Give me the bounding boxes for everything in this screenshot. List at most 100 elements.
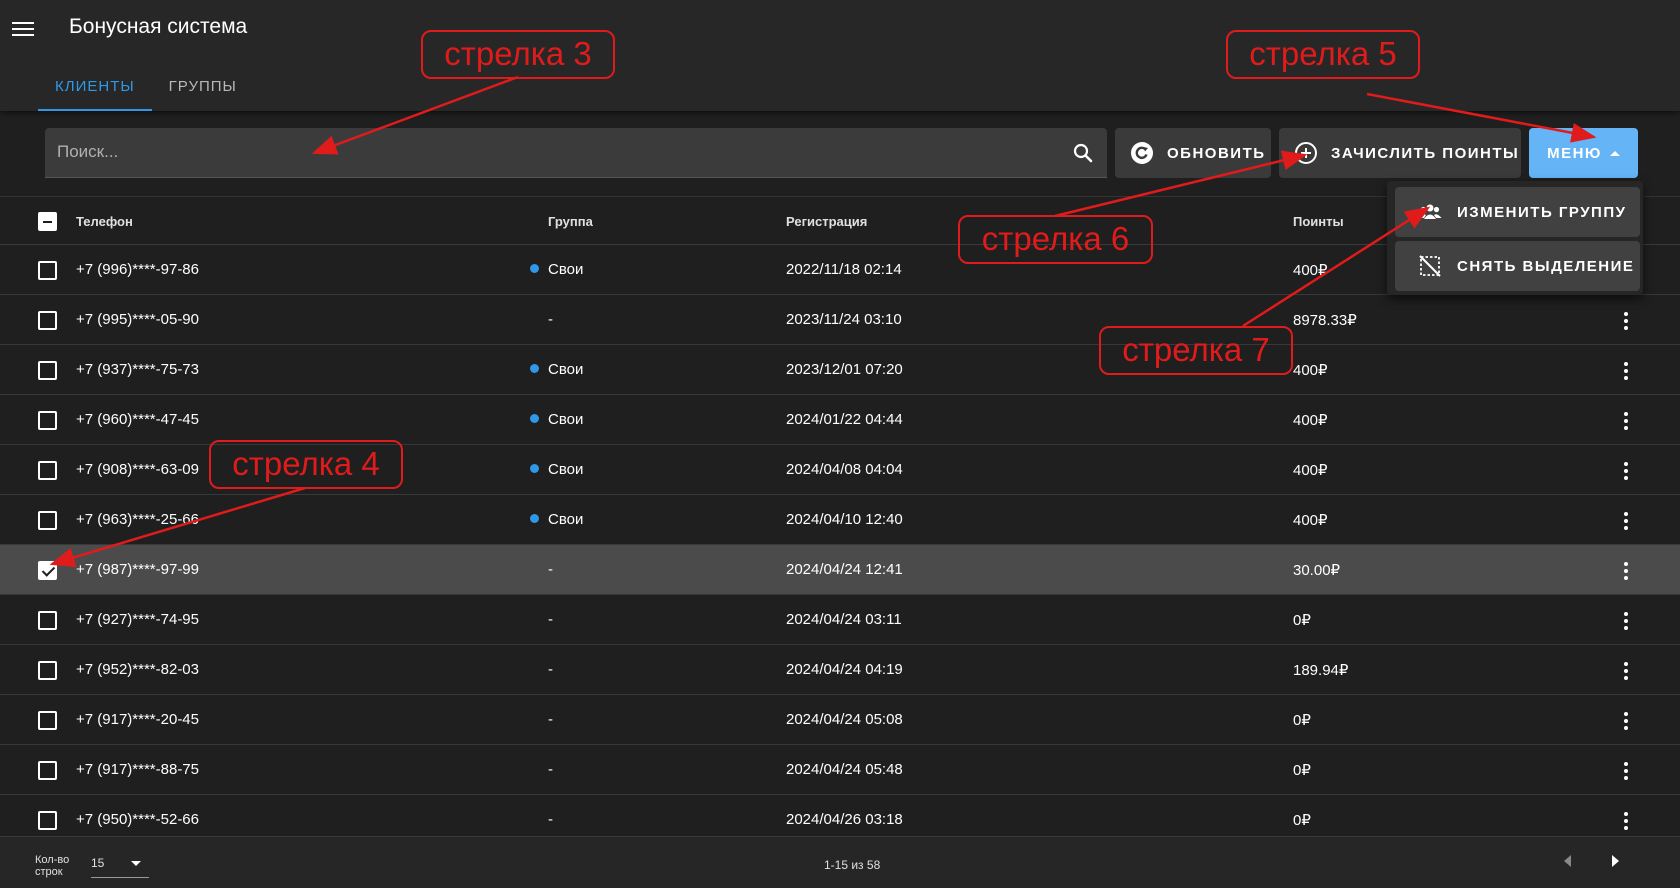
phone-cell: +7 (952)****-82-03 — [76, 661, 199, 678]
points-cell: 400₽ — [1293, 362, 1328, 379]
row-checkbox[interactable] — [38, 511, 57, 530]
points-cell: 8978.33₽ — [1293, 312, 1357, 329]
select-all-checkbox[interactable] — [38, 212, 57, 231]
hamburger-menu-icon[interactable] — [12, 18, 36, 38]
group-cell: - — [548, 611, 553, 628]
table-row[interactable]: +7 (960)****-47-45 Свои 2024/01/22 04:44 40… — [0, 395, 1680, 445]
tab-groups[interactable]: ГРУППЫ — [152, 70, 254, 111]
annotation-label-3: стрелка 3 — [421, 30, 615, 79]
more-vert-icon[interactable] — [1623, 460, 1629, 480]
deselect-icon — [1419, 255, 1441, 277]
group-label: - — [548, 761, 553, 778]
registration-cell: 2024/04/24 05:48 — [786, 761, 903, 778]
more-vert-icon[interactable] — [1623, 810, 1629, 830]
row-checkbox[interactable] — [38, 461, 57, 480]
rows-per-page-label: Кол-во строк — [35, 854, 70, 878]
group-color-dot — [530, 414, 539, 423]
row-checkbox[interactable] — [38, 311, 57, 330]
previous-page-icon[interactable] — [1564, 855, 1571, 867]
column-header-group[interactable]: Группа — [548, 214, 593, 229]
rows-per-page-select[interactable]: 15 — [91, 850, 149, 878]
points-cell: 0₽ — [1293, 812, 1311, 829]
phone-cell: +7 (917)****-88-75 — [76, 761, 199, 778]
group-cell: Свои — [530, 511, 583, 528]
search-input[interactable] — [45, 128, 1045, 176]
registration-cell: 2024/04/24 05:08 — [786, 711, 903, 728]
search-field — [45, 128, 1107, 178]
more-vert-icon[interactable] — [1623, 610, 1629, 630]
group-label: Свои — [548, 461, 584, 478]
column-header-points[interactable]: Поинты — [1293, 214, 1344, 229]
tab-clients[interactable]: КЛИЕНТЫ — [38, 70, 152, 111]
row-checkbox[interactable] — [38, 761, 57, 780]
next-page-icon[interactable] — [1612, 855, 1619, 867]
table-row[interactable]: +7 (995)****-05-90 - 2023/11/24 03:10 8978.… — [0, 295, 1680, 345]
more-vert-icon[interactable] — [1623, 510, 1629, 530]
group-icon — [1418, 204, 1442, 219]
phone-cell: +7 (995)****-05-90 — [76, 311, 199, 328]
points-cell: 0₽ — [1293, 762, 1311, 779]
annotation-label-4: стрелка 4 — [209, 440, 403, 489]
group-cell: - — [548, 561, 553, 578]
change-group-button[interactable]: ИЗМЕНИТЬ ГРУППУ — [1395, 187, 1640, 237]
group-color-dot — [530, 514, 539, 523]
more-vert-icon[interactable] — [1623, 560, 1629, 580]
table-row[interactable]: +7 (963)****-25-66 Свои 2024/04/10 12:40 40… — [0, 495, 1680, 545]
table-row[interactable]: +7 (952)****-82-03 - 2024/04/24 04:19 189.9… — [0, 645, 1680, 695]
points-cell: 30.00₽ — [1293, 562, 1341, 579]
search-icon[interactable] — [1071, 141, 1095, 165]
app-title: Бонусная система — [69, 15, 248, 38]
table-row[interactable]: +7 (937)****-75-73 Свои 2023/12/01 07:20 40… — [0, 345, 1680, 395]
row-checkbox[interactable] — [38, 711, 57, 730]
refresh-button[interactable]: ОБНОВИТЬ — [1115, 128, 1271, 178]
caret-up-icon — [1609, 150, 1620, 156]
phone-cell: +7 (950)****-52-66 — [76, 811, 199, 828]
more-vert-icon[interactable] — [1623, 660, 1629, 680]
app-header: Бонусная система КЛИЕНТЫ ГРУППЫ — [0, 0, 1680, 111]
table-footer: Кол-во строк 15 1-15 из 58 — [0, 836, 1680, 888]
credit-points-button[interactable]: ЗАЧИСЛИТЬ ПОИНТЫ — [1279, 128, 1521, 178]
group-cell: - — [548, 761, 553, 778]
registration-cell: 2024/04/24 12:41 — [786, 561, 903, 578]
phone-cell: +7 (937)****-75-73 — [76, 361, 199, 378]
row-checkbox[interactable] — [38, 661, 57, 680]
row-checkbox[interactable] — [38, 561, 57, 580]
row-checkbox[interactable] — [38, 611, 57, 630]
registration-cell: 2023/11/24 03:10 — [786, 311, 902, 328]
table-row[interactable]: +7 (987)****-97-99 - 2024/04/24 12:41 30.00… — [0, 545, 1680, 595]
registration-cell: 2024/04/08 04:04 — [786, 461, 903, 478]
row-checkbox[interactable] — [38, 361, 57, 380]
group-color-dot — [530, 464, 539, 473]
more-vert-icon[interactable] — [1623, 310, 1629, 330]
clear-selection-button[interactable]: СНЯТЬ ВЫДЕЛЕНИЕ — [1395, 241, 1640, 291]
registration-cell: 2024/04/10 12:40 — [786, 511, 903, 528]
refresh-icon — [1131, 142, 1153, 164]
more-vert-icon[interactable] — [1623, 410, 1629, 430]
table-row[interactable]: +7 (917)****-20-45 - 2024/04/24 05:08 0₽ — [0, 695, 1680, 745]
row-checkbox[interactable] — [38, 261, 57, 280]
column-header-phone[interactable]: Телефон — [76, 214, 133, 229]
table-row[interactable]: +7 (927)****-74-95 - 2024/04/24 03:11 0₽ — [0, 595, 1680, 645]
menu-dropdown: ИЗМЕНИТЬ ГРУППУ СНЯТЬ ВЫДЕЛЕНИЕ — [1387, 181, 1643, 295]
more-vert-icon[interactable] — [1623, 360, 1629, 380]
points-cell: 400₽ — [1293, 262, 1328, 279]
group-label: - — [548, 811, 553, 828]
more-vert-icon[interactable] — [1623, 760, 1629, 780]
change-group-label: ИЗМЕНИТЬ ГРУППУ — [1457, 203, 1627, 221]
group-label: Свои — [548, 261, 584, 278]
phone-cell: +7 (908)****-63-09 — [76, 461, 199, 478]
column-header-registration[interactable]: Регистрация — [786, 214, 867, 229]
row-checkbox[interactable] — [38, 811, 57, 830]
row-checkbox[interactable] — [38, 411, 57, 430]
more-vert-icon[interactable] — [1623, 710, 1629, 730]
group-label: Свои — [548, 511, 584, 528]
group-cell: - — [548, 661, 553, 678]
phone-cell: +7 (996)****-97-86 — [76, 261, 199, 278]
annotation-label-5: стрелка 5 — [1226, 30, 1420, 79]
menu-button[interactable]: МЕНЮ — [1529, 128, 1638, 178]
table-row[interactable]: +7 (917)****-88-75 - 2024/04/24 05:48 0₽ — [0, 745, 1680, 795]
points-cell: 0₽ — [1293, 712, 1311, 729]
annotation-label-7: стрелка 7 — [1099, 326, 1293, 375]
phone-cell: +7 (960)****-47-45 — [76, 411, 199, 428]
phone-cell: +7 (917)****-20-45 — [76, 711, 199, 728]
